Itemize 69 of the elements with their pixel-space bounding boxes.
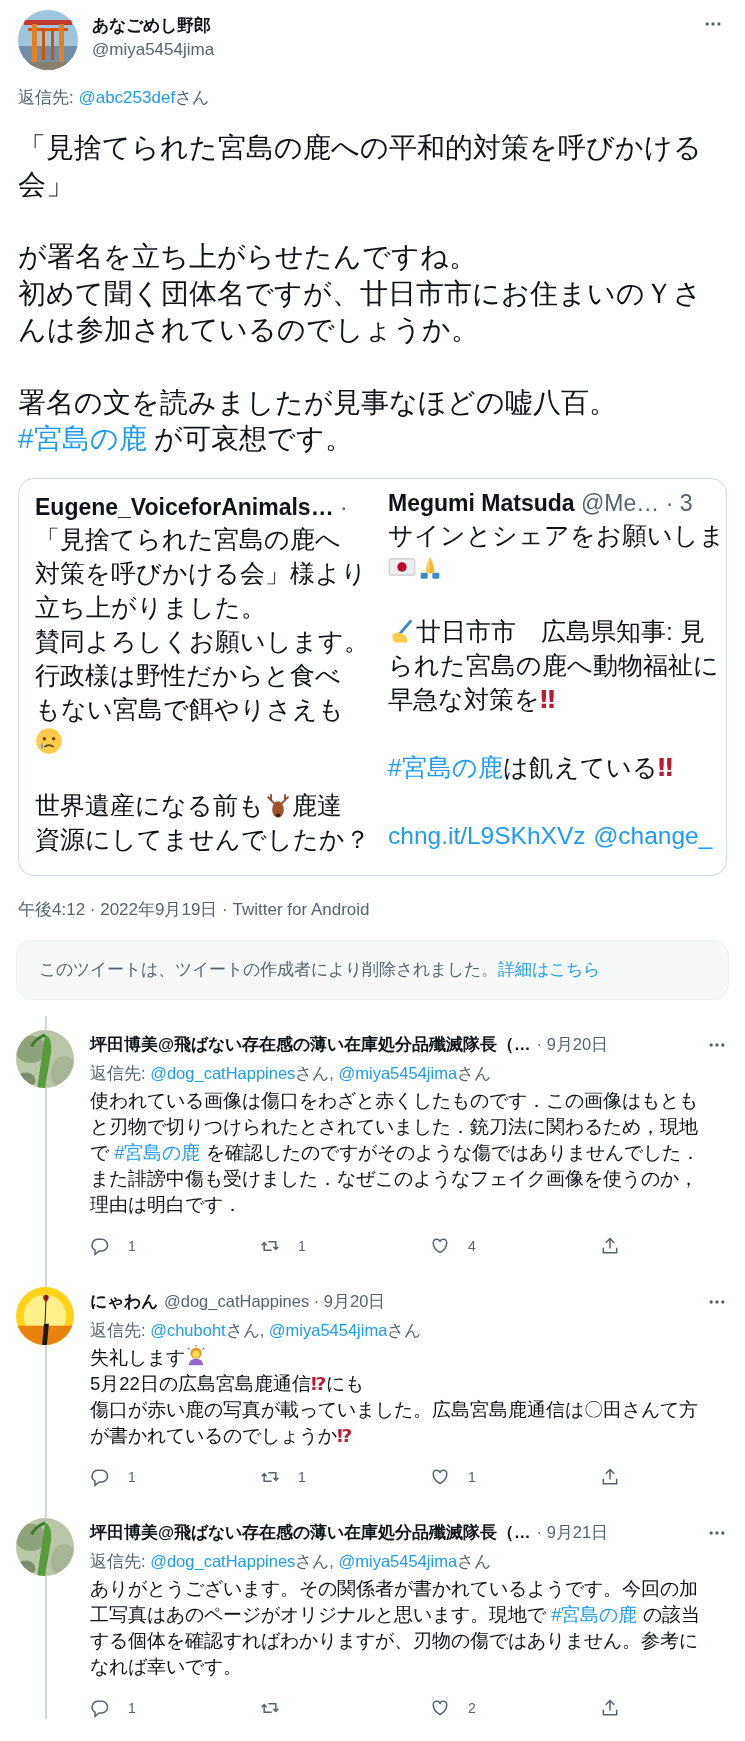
reply-text: 使われている画像は傷口をわざと赤くしたものです．この画像はもともと刃物で切りつけられたとされていました．銃刀法に関わるため，現地で #宮島の鹿 を確認したのですがそのような傷ではありませんでした．また誹謗中傷も受けました．なぜこのようなフェイク画像を使うのか，理由は明白です．: [90, 1088, 701, 1217]
heart-icon[interactable]: [430, 1467, 450, 1487]
mention-link[interactable]: @abc253def: [78, 88, 176, 107]
mention-link[interactable]: @miya5454jima: [338, 1063, 458, 1082]
tweet-text: 署名の文を読みましたが見事なほどの嘘八百。 #宮島の鹿 が可哀想です。: [18, 385, 618, 456]
url-link[interactable]: @change_: [593, 818, 713, 853]
screenshot-text-line: #宮島の鹿は飢えている‼: [388, 750, 673, 785]
reply-text: 失礼します 5月22日の広島宮島鹿通信⁉にも 傷口が赤い鹿の写真が載っていました。広島宮島鹿通信は〇田さんて方が書かれているのでしょうか⁉: [90, 1344, 699, 1448]
like-count: 2: [468, 1698, 476, 1718]
person-icon: [185, 1344, 207, 1367]
screenshot-text-line: 行政様は野性だからと食べ: [35, 660, 341, 691]
url-link[interactable]: chng.it/L9SKhXVz: [388, 818, 586, 853]
mention-link[interactable]: @miya5454jima: [338, 1551, 458, 1570]
screenshot-text-line: 早急な対策を‼: [388, 683, 556, 716]
share-icon[interactable]: [600, 1236, 620, 1256]
tweet-text: が署名を立ち上がらせたんですね。 初めて聞く団体名ですが、廿日市市にお住まいのＹさんは参加されているのでしょうか。: [18, 240, 703, 347]
reply-meta: @dog_catHappines · 9月20日: [164, 1291, 386, 1313]
deleted-notice-text: このツイートは、ツイートの作成者により削除されました。: [39, 958, 498, 981]
screenshot-text-line: もない宮島で餌やりさえも: [35, 694, 344, 725]
hashtag-link[interactable]: #宮島の鹿: [551, 1603, 638, 1625]
screenshot-text-line: られた宮島の鹿へ動物福祉に: [388, 650, 719, 681]
reply-icon[interactable]: [90, 1236, 110, 1256]
reply-text: ありがとうございます。その関係者が書かれているようです。今回の加工写真はあのページがオリジナルと思います。現地で #宮島の鹿 の該当する個体を確認すればわかりますが、刃物の傷ではありません。参考になれば幸いです。: [90, 1576, 701, 1679]
reply-count: 1: [128, 1467, 136, 1487]
screenshot-text-line: 立ち上がりました。: [35, 592, 266, 623]
reply-author-name: 坪田博美@飛ばない存在感の薄い在庫処分品殲滅隊長（…: [90, 1522, 531, 1544]
mention-link[interactable]: @chuboht: [150, 1320, 226, 1339]
hashtag-link[interactable]: #宮島の鹿: [388, 750, 503, 785]
reply-count: 1: [128, 1698, 136, 1718]
heart-icon[interactable]: [430, 1236, 450, 1256]
reply-meta: · 9月21日: [536, 1522, 609, 1544]
author-handle: @miya5454jima: [92, 39, 215, 61]
share-icon[interactable]: [600, 1698, 620, 1718]
screenshot-text-line: 対策を呼びかける会」様より: [35, 558, 367, 589]
reply-count: 1: [128, 1236, 136, 1256]
reply-icon[interactable]: [90, 1698, 110, 1718]
mention-link[interactable]: @dog_catHappines: [150, 1063, 296, 1082]
reply-to-text: 返信先: @dog_catHappinesさん, @miya5454jimaさん: [90, 1062, 492, 1084]
reply-author-name: 坪田博美@飛ばない存在感の薄い在庫処分品殲滅隊長（…: [90, 1034, 531, 1056]
heart-icon[interactable]: [430, 1698, 450, 1718]
crying-face-icon: [35, 726, 63, 755]
screenshot-header: Megumi Matsuda @Me… · 3: [388, 488, 693, 518]
author-name: あなごめし野郎: [92, 15, 211, 37]
tweet-text: 「見捨てられた宮島の鹿への平和的対策を呼びかける会」: [18, 131, 703, 202]
mention-link[interactable]: @dog_catHappines: [150, 1551, 296, 1570]
reply-icon[interactable]: [90, 1467, 110, 1487]
tweet-timestamp: 午後4:12 · 2022年9月19日 · Twitter for Android: [17, 898, 371, 921]
reply-to-text: 返信先: @abc253defさん: [18, 88, 210, 107]
reply-to-text: 返信先: @chubohtさん, @miya5454jimaさん: [90, 1319, 422, 1341]
like-count: 4: [468, 1236, 476, 1256]
screenshot-text-line: サインとシェアをお願いしま: [388, 520, 725, 551]
hashtag-link[interactable]: #宮島の鹿: [114, 1141, 201, 1163]
screenshot-text-line: 世界遺産になる前も 鹿達: [35, 790, 342, 822]
retweet-count: 1: [298, 1236, 306, 1256]
screenshot-text-line: 廿日市市 広島県知事: 見: [388, 614, 705, 649]
reply-meta: · 9月20日: [536, 1034, 609, 1056]
screenshot-text-line: 「見捨てられた宮島の鹿へ: [35, 524, 341, 555]
hashtag-link[interactable]: #宮島の鹿: [18, 423, 147, 454]
like-count: 1: [468, 1467, 476, 1487]
reply-author-name: にゃわん: [90, 1291, 158, 1313]
screenshot-text-line: 資源にしてませんでしたか？: [35, 824, 370, 855]
details-link[interactable]: 詳細はこちら: [498, 956, 600, 983]
retweet-count: 1: [298, 1467, 306, 1487]
reply-to-text: 返信先: @dog_catHappinesさん, @miya5454jimaさん: [90, 1550, 492, 1572]
share-icon[interactable]: [600, 1467, 620, 1487]
screenshot-text-line: 賛同よろしくお願いします。: [35, 626, 369, 657]
screenshot-header: Eugene_VoiceforAnimals… ·: [35, 492, 348, 522]
deer-icon: [264, 791, 292, 820]
mention-link[interactable]: @miya5454jima: [268, 1320, 388, 1339]
